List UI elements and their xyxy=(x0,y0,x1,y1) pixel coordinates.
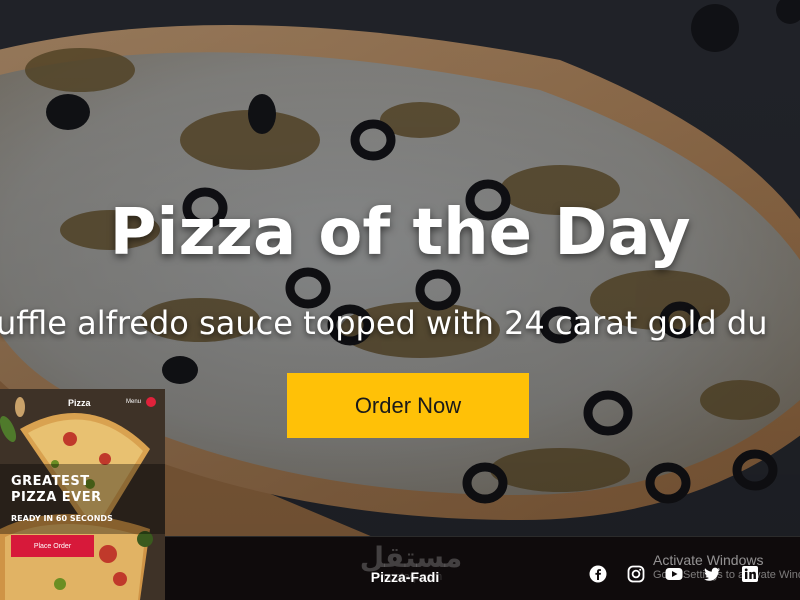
place-order-button[interactable]: Place Order xyxy=(11,535,94,557)
ad-menu-label[interactable]: Menu xyxy=(126,399,141,405)
hero-subtitle: uffle alfredo sauce topped with 24 carat… xyxy=(0,304,768,342)
order-now-button[interactable]: Order Now xyxy=(287,373,529,438)
youtube-icon[interactable] xyxy=(665,565,683,583)
ad-headline-line2: PIZZA EVER xyxy=(11,490,102,505)
ad-headline-line1: GREATEST xyxy=(11,474,90,489)
facebook-icon[interactable] xyxy=(589,565,607,583)
ad-menu-icon[interactable] xyxy=(146,397,156,407)
ad-tagline: READY IN 60 SECONDS xyxy=(11,514,113,523)
linkedin-icon[interactable] xyxy=(741,565,759,583)
instagram-icon[interactable] xyxy=(627,565,645,583)
ad-logo: Pizza xyxy=(68,398,91,408)
footer: مستقل mostaql.com Pizza-Fadi Activate Wi… xyxy=(165,536,800,600)
twitter-icon[interactable] xyxy=(703,565,721,583)
ad-headline: GREATEST PIZZA EVER xyxy=(11,474,161,506)
hero-title: Pizza of the Day xyxy=(109,196,691,270)
footer-brand-name[interactable]: Pizza-Fadi xyxy=(350,569,460,585)
pizza-ad-card[interactable]: Pizza Menu GREATEST PIZZA EVER READY IN … xyxy=(0,389,165,600)
page: Pizza of the Day uffle alfredo sauce top… xyxy=(0,0,800,600)
